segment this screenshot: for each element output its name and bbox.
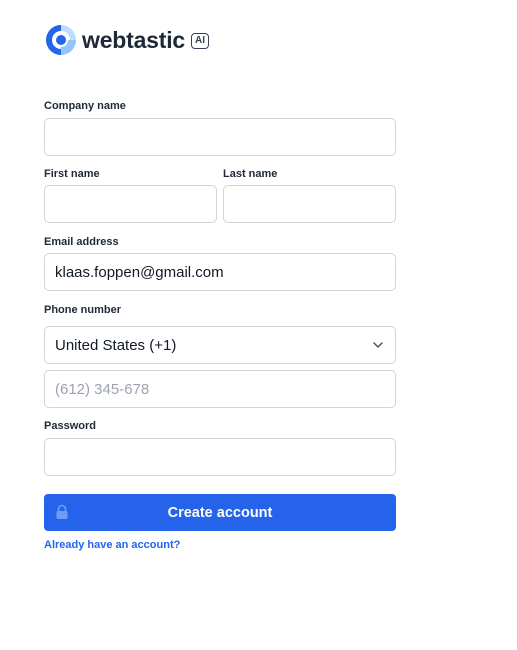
company-name-label: Company name [44, 100, 126, 112]
password-label: Password [44, 420, 96, 432]
webtastic-logo-icon [46, 25, 76, 55]
signin-link[interactable]: Already have an account? [44, 539, 180, 551]
first-name-input[interactable] [44, 185, 217, 223]
email-input[interactable]: klaas.foppen@gmail.com [44, 253, 396, 291]
email-label: Email address [44, 236, 119, 248]
phone-label: Phone number [44, 304, 122, 316]
brand-logo: webtastic AI [44, 24, 210, 56]
chevron-down-icon [373, 342, 383, 348]
create-account-button[interactable]: Create account [44, 494, 396, 531]
password-input[interactable] [44, 438, 396, 476]
phone-number-input[interactable]: (612) 345-678 [44, 370, 396, 408]
first-name-label: First name [44, 168, 100, 180]
create-account-label: Create account [167, 504, 273, 521]
last-name-label: Last name [223, 168, 278, 180]
last-name-input[interactable] [223, 185, 396, 223]
brand-name: webtastic [82, 26, 186, 53]
country-code-select[interactable]: United States (+1) [44, 326, 396, 364]
country-code-value: United States (+1) [55, 336, 177, 354]
ai-badge: AI [191, 33, 210, 49]
lock-icon [56, 504, 68, 519]
company-name-input[interactable] [44, 118, 396, 156]
